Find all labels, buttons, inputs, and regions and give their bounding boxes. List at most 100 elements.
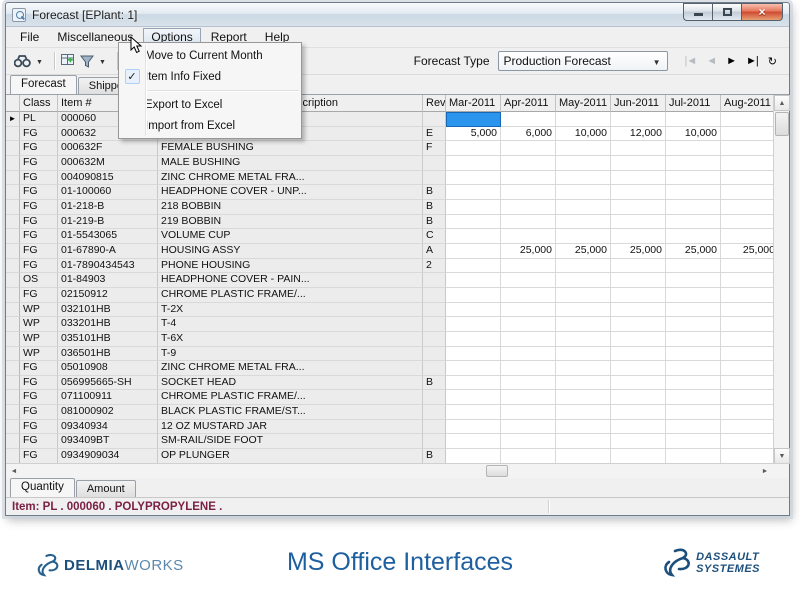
cell-month-value[interactable] [666,405,721,420]
cell-month-value[interactable] [446,303,501,318]
vertical-scrollbar[interactable]: ▲ ▼ [773,95,789,464]
cell-month-value[interactable] [556,434,611,449]
cell-rev[interactable] [423,332,446,347]
cell-month-value[interactable] [501,215,556,230]
cell-month-value[interactable] [721,420,773,435]
cell-item[interactable]: 071100911 [58,390,158,405]
table-row[interactable]: WP036501HBT-9 [6,347,773,362]
menu-item-export-to-excel[interactable]: Export to Excel [119,94,301,115]
table-row[interactable]: FG081000902BLACK PLASTIC FRAME/ST... [6,405,773,420]
cell-month-value[interactable] [501,405,556,420]
cell-month-value[interactable] [501,303,556,318]
cell-rev[interactable] [423,171,446,186]
row-selector[interactable] [6,332,20,347]
cell-class[interactable]: FG [20,127,58,142]
cell-item[interactable]: 000632F [58,141,158,156]
row-selector[interactable] [6,361,20,376]
cell-rev[interactable] [423,317,446,332]
cell-month-value[interactable] [721,434,773,449]
row-selector[interactable] [6,405,20,420]
cell-item[interactable]: 01-84903 [58,273,158,288]
cell-month-value[interactable] [501,112,556,127]
cell-class[interactable]: WP [20,317,58,332]
cell-month-value[interactable] [611,229,666,244]
refresh-button[interactable]: ↻ [768,55,776,68]
cell-item[interactable]: 033201HB [58,317,158,332]
cell-month-value[interactable] [446,185,501,200]
column-header-rev[interactable]: Rev [423,95,446,112]
cell-month-value[interactable] [556,390,611,405]
cell-month-value[interactable] [501,332,556,347]
previous-record-button[interactable]: ◄ [706,55,716,67]
scroll-right-button[interactable]: ► [757,464,773,478]
cell-month-value[interactable] [501,229,556,244]
cell-rev[interactable] [423,156,446,171]
cell-description[interactable]: SOCKET HEAD [158,376,423,391]
cell-month-value[interactable] [556,361,611,376]
row-selector[interactable] [6,141,20,156]
cell-month-value[interactable] [501,420,556,435]
cell-month-value[interactable]: 12,000 [611,127,666,142]
cell-month-value[interactable] [501,156,556,171]
cell-description[interactable]: HEADPHONE COVER - PAIN... [158,273,423,288]
cell-month-value[interactable] [556,405,611,420]
cell-month-value[interactable] [446,112,501,127]
cell-month-value[interactable] [501,317,556,332]
table-row[interactable]: FG01-100060HEADPHONE COVER - UNP...B [6,185,773,200]
row-selector[interactable] [6,259,20,274]
row-selector[interactable] [6,127,20,142]
cell-class[interactable]: FG [20,156,58,171]
cell-month-value[interactable] [666,259,721,274]
cell-month-value[interactable] [556,347,611,362]
cell-item[interactable]: 01-7890434543 [58,259,158,274]
cell-month-value[interactable] [446,200,501,215]
cell-month-value[interactable] [556,259,611,274]
cell-rev[interactable] [423,405,446,420]
cell-month-value[interactable] [556,185,611,200]
cell-item[interactable]: 004090815 [58,171,158,186]
cell-item[interactable]: 02150912 [58,288,158,303]
cell-month-value[interactable] [446,244,501,259]
cell-month-value[interactable] [501,141,556,156]
cell-month-value[interactable] [556,229,611,244]
table-row[interactable]: FG01-67890-AHOUSING ASSYA25,00025,00025,… [6,244,773,259]
column-header-jun-2011[interactable]: Jun-2011 [611,95,666,112]
cell-month-value[interactable] [446,332,501,347]
cell-month-value[interactable] [611,141,666,156]
menubar-item-file[interactable]: File [12,28,47,46]
cell-description[interactable]: ZINC CHROME METAL FRA... [158,171,423,186]
cell-month-value[interactable] [721,449,773,464]
cell-class[interactable]: FG [20,390,58,405]
cell-month-value[interactable] [556,215,611,230]
scroll-up-button[interactable]: ▲ [774,95,790,111]
cell-rev[interactable]: F [423,141,446,156]
cell-month-value[interactable] [721,259,773,274]
filter-button[interactable] [80,55,94,68]
table-row[interactable]: FG0934093412 OZ MUSTARD JAR [6,420,773,435]
cell-month-value[interactable] [446,434,501,449]
cell-month-value[interactable] [556,171,611,186]
cell-month-value[interactable] [721,141,773,156]
search-dropdown-caret[interactable]: ▼ [36,59,43,66]
cell-class[interactable]: WP [20,347,58,362]
cell-month-value[interactable] [501,361,556,376]
cell-class[interactable]: FG [20,229,58,244]
menu-item-move-to-current-month[interactable]: Move to Current Month [119,45,301,66]
table-row[interactable]: FG01-7890434543PHONE HOUSING2 [6,259,773,274]
cell-item[interactable]: 01-218-B [58,200,158,215]
cell-class[interactable]: FG [20,376,58,391]
cell-rev[interactable] [423,434,446,449]
cell-rev[interactable] [423,303,446,318]
cell-month-value[interactable] [611,112,666,127]
horizontal-scroll-thumb[interactable] [486,465,508,477]
scroll-down-button[interactable]: ▼ [774,448,790,464]
cell-month-value[interactable] [501,449,556,464]
cell-month-value[interactable] [556,449,611,464]
cell-month-value[interactable] [611,405,666,420]
cell-month-value[interactable] [611,303,666,318]
cell-description[interactable]: CHROME PLASTIC FRAME/... [158,390,423,405]
cell-month-value[interactable] [446,376,501,391]
cell-item[interactable]: 000632M [58,156,158,171]
cell-rev[interactable] [423,112,446,127]
last-record-button[interactable]: ►| [746,55,758,67]
